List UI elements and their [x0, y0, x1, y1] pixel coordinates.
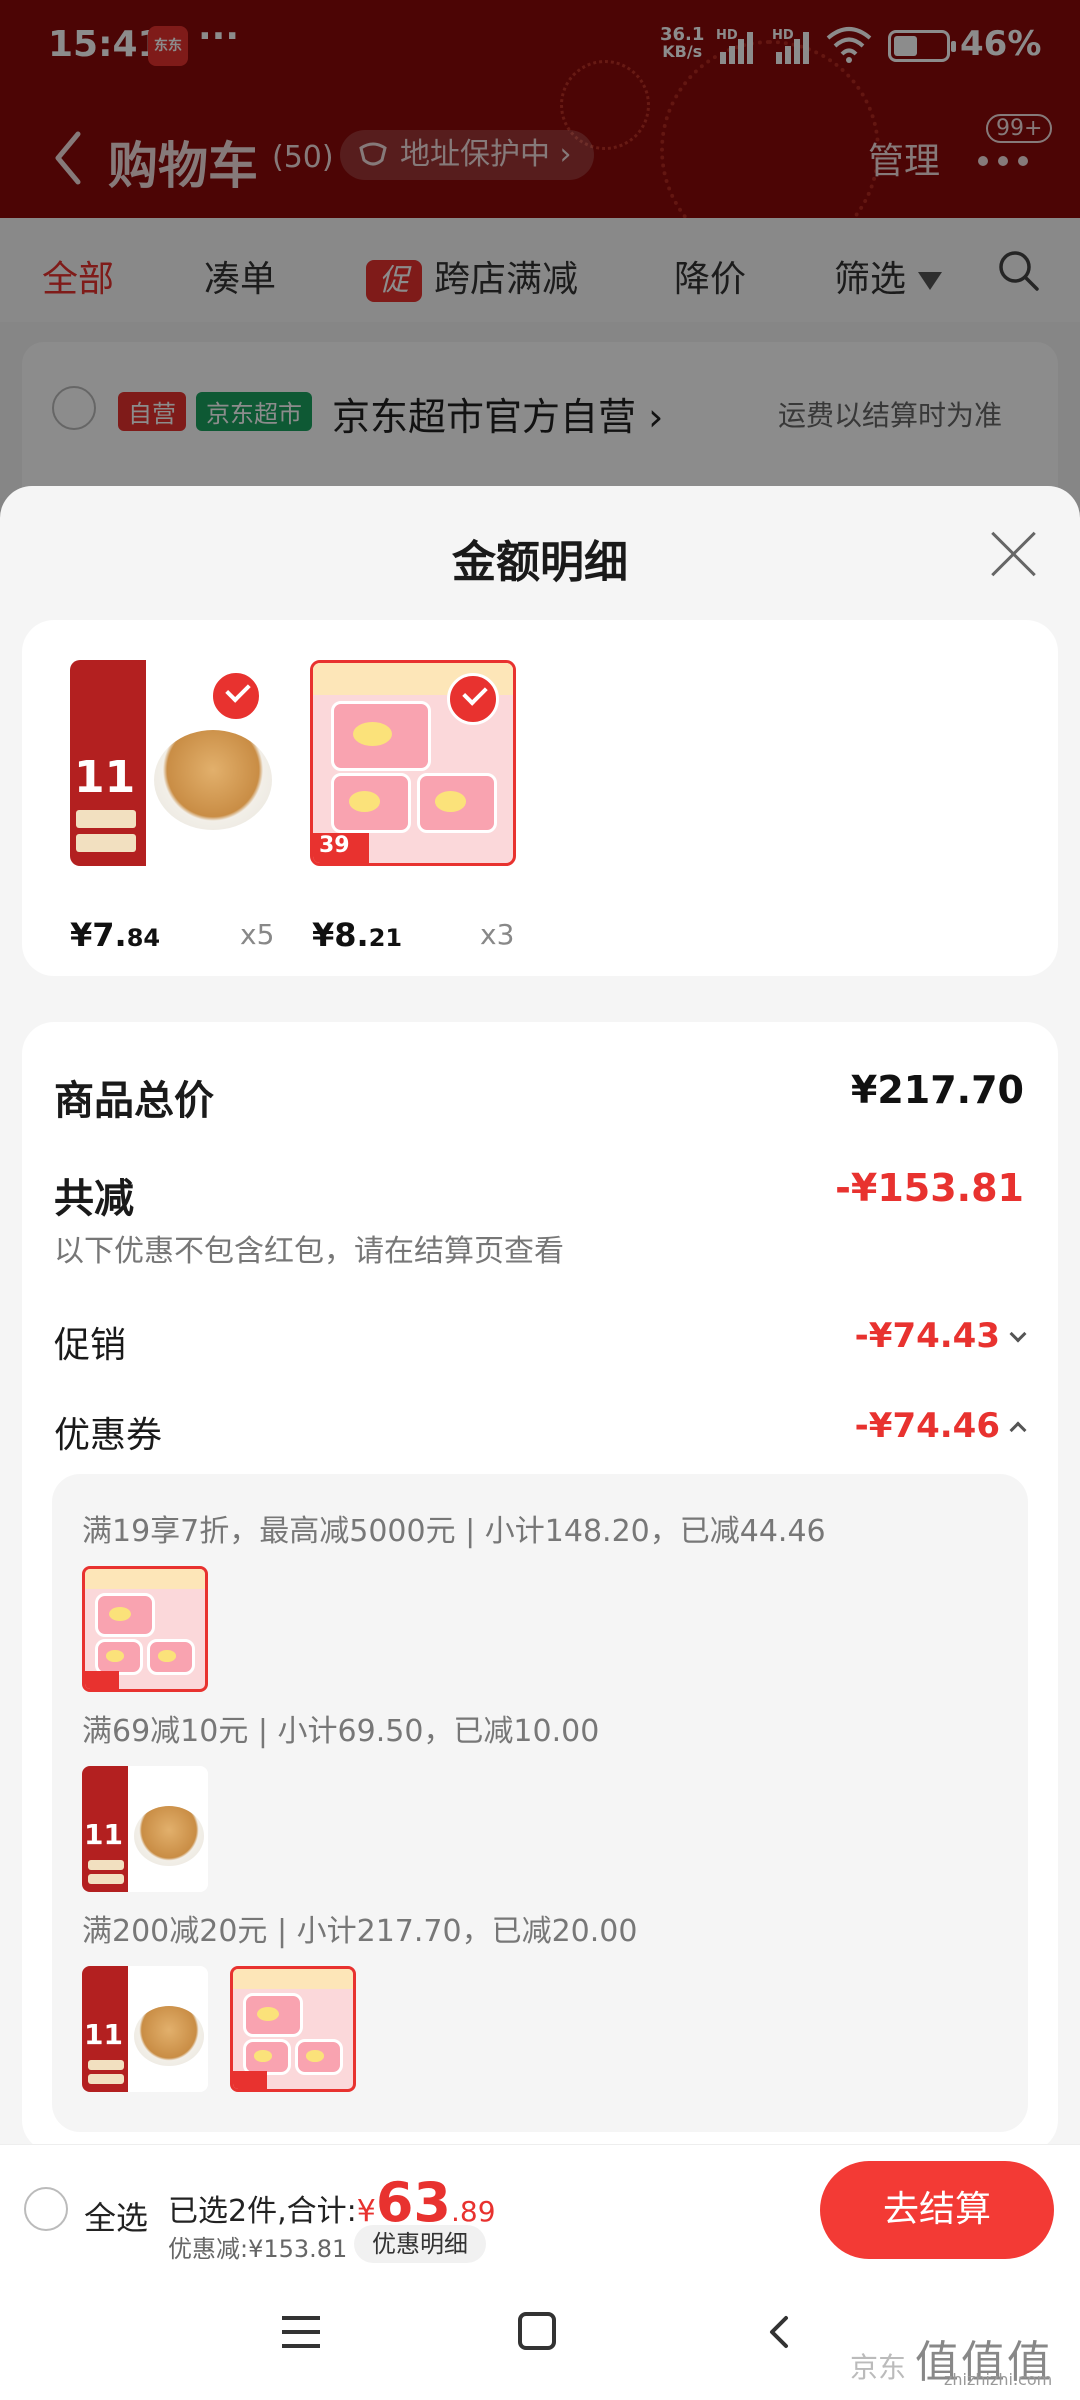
coupon-item-thumbnail	[230, 1966, 356, 2092]
coupon-value: -¥74.46	[854, 1406, 1000, 1446]
product-art-price: 11	[84, 1818, 123, 1851]
coupon-item-thumbnail	[82, 1566, 208, 1692]
product-art-box	[243, 1993, 303, 2037]
product-art-price: 11	[84, 2018, 123, 2051]
product-label-band: 11	[82, 1766, 128, 1892]
product-art-label	[88, 2060, 124, 2070]
product-art-header	[85, 1569, 205, 1589]
saved-amount: 优惠减:¥153.81	[168, 2235, 348, 2263]
system-nav-bar: 京东 值值值 zhizhizhi.com	[0, 2274, 1080, 2400]
product-art-box	[331, 773, 411, 833]
discount-label: 共减	[54, 1176, 134, 1222]
amount-detail-sheet: 金额明细 11 ¥7.84 x5 39 ¥8.21 x3 商品总价 ¥217.7…	[0, 486, 1080, 2144]
close-icon[interactable]	[988, 528, 1040, 580]
recent-apps-icon[interactable]	[282, 2314, 322, 2350]
sheet-title: 金额明细	[452, 537, 628, 588]
checkout-button[interactable]: 去结算	[820, 2161, 1054, 2259]
product-photo	[154, 730, 272, 830]
watermark-url: zhizhizhi.com	[944, 2370, 1053, 2389]
promotion-label: 促销	[54, 1325, 127, 1366]
coupon-item-thumbnail: 11	[82, 1766, 208, 1892]
currency-symbol: ¥	[356, 2194, 376, 2229]
promotion-row-toggle[interactable]: -¥74.43	[854, 1316, 1027, 1356]
product-photo	[134, 2006, 204, 2066]
product-label-band: 11	[82, 1966, 128, 2092]
item-quantity: x3	[480, 918, 515, 951]
discount-value: -¥153.81	[835, 1166, 1024, 1210]
item-price: ¥8.21	[312, 916, 402, 954]
product-art-label	[88, 1874, 124, 1884]
watermark-text: 京东	[850, 2351, 907, 2384]
total-value: ¥217.70	[850, 1068, 1024, 1112]
checkout-bar: 全选 已选2件,合计:¥63.89 优惠减:¥153.81 优惠明细 去结算	[0, 2144, 1080, 2274]
item-quantity: x5	[240, 918, 275, 951]
coupon-rule: 满200减20元 | 小计217.70，已减20.00	[82, 1914, 638, 1949]
selected-prefix: 已选2件,合计:	[168, 2194, 357, 2229]
promotion-value: -¥74.43	[854, 1316, 1000, 1356]
product-photo	[134, 1806, 204, 1866]
product-art-label	[88, 2074, 124, 2084]
select-all-label[interactable]: 全选	[84, 2193, 148, 2239]
discount-note: 以下优惠不包含红包，请在结算页查看	[54, 1234, 564, 1269]
product-art-box	[295, 2039, 343, 2075]
total-label: 商品总价	[54, 1078, 214, 1124]
item-price: ¥7.84	[70, 916, 160, 954]
selected-check-icon	[210, 670, 262, 722]
product-art-price: 39	[319, 833, 350, 858]
back-icon[interactable]	[762, 2314, 798, 2350]
product-art-price: 11	[74, 752, 136, 803]
coupon-rule: 满69减10元 | 小计69.50，已减10.00	[82, 1714, 600, 1749]
price-summary-card: 商品总价 ¥217.70 共减 -¥153.81 以下优惠不包含红包，请在结算页…	[22, 1022, 1058, 2144]
home-icon[interactable]	[518, 2312, 556, 2350]
product-art-box	[417, 773, 497, 833]
product-art-box	[95, 1639, 143, 1675]
item-price-main: ¥7.	[70, 916, 127, 954]
coupon-row-toggle[interactable]: -¥74.46	[854, 1406, 1027, 1446]
product-art-label	[88, 1860, 124, 1870]
product-image-laundry-pods[interactable]: 39	[310, 660, 516, 866]
chevron-up-icon	[1009, 1421, 1027, 1438]
selected-check-icon	[447, 673, 499, 725]
coupon-rule: 满19享7折，最高减5000元 | 小计148.20，已减44.46	[82, 1514, 826, 1549]
coupon-label: 优惠券	[54, 1415, 163, 1456]
product-art-header	[233, 1969, 353, 1989]
item-price-cents: 21	[368, 924, 403, 952]
total-cents: .89	[450, 2195, 496, 2228]
discount-detail-button[interactable]: 优惠明细	[354, 2225, 486, 2263]
product-art-box	[95, 1593, 155, 1637]
product-art-footer: 39	[313, 833, 369, 863]
chevron-down-icon	[1009, 1325, 1027, 1342]
item-price-main: ¥8.	[312, 916, 369, 954]
product-art-box	[243, 2039, 291, 2075]
selected-items-card: 11 ¥7.84 x5 39 ¥8.21 x3	[22, 620, 1058, 976]
item-price-cents: 84	[126, 924, 161, 952]
coupon-item-thumbnail: 11	[82, 1966, 208, 2092]
product-image-shredded-squid[interactable]: 11	[70, 660, 276, 866]
product-art-box	[147, 1639, 195, 1675]
product-art-label	[76, 810, 136, 828]
product-art-footer	[233, 2071, 267, 2089]
product-art-label	[76, 834, 136, 852]
coupon-breakdown: 满19享7折，最高减5000元 | 小计148.20，已减44.46 满69减1…	[52, 1474, 1028, 2132]
product-label-band: 11	[70, 660, 146, 866]
product-art-footer	[85, 1671, 119, 1689]
select-all-radio[interactable]	[24, 2187, 68, 2231]
product-art-box	[331, 701, 431, 771]
